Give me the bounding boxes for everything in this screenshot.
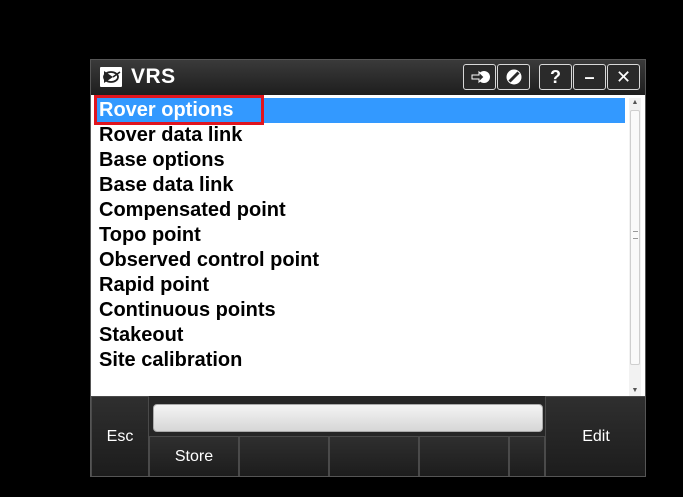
list-item-topo-point[interactable]: Topo point <box>95 223 625 248</box>
edit-button[interactable]: Edit <box>545 396 645 476</box>
scroll-down-arrow-icon[interactable]: ▼ <box>629 386 641 396</box>
list-item-observed-control-point[interactable]: Observed control point <box>95 248 625 273</box>
softkey-blank-2[interactable] <box>329 436 419 476</box>
device-screen: VRS ? – ✕ Rover options Rover data link … <box>8 9 675 489</box>
vrs-window: VRS ? – ✕ Rover options Rover data link … <box>90 59 646 477</box>
list-item-site-calibration[interactable]: Site calibration <box>95 348 625 373</box>
list-item-rover-options[interactable]: Rover options <box>95 98 625 123</box>
status-field <box>153 404 543 432</box>
store-button[interactable]: Store <box>149 436 239 476</box>
softkey-blank-3[interactable] <box>419 436 509 476</box>
store-label: Store <box>174 448 214 465</box>
list-item-continuous-points[interactable]: Continuous points <box>95 298 625 323</box>
scroll-up-arrow-icon[interactable]: ▲ <box>629 98 641 108</box>
login-arrow-icon[interactable] <box>463 64 496 90</box>
vertical-scrollbar[interactable]: ▲ ▼ <box>629 98 641 396</box>
esc-button[interactable]: Esc <box>91 396 149 476</box>
list-item-stakeout[interactable]: Stakeout <box>95 323 625 348</box>
softkey-bar: Esc Store Edit <box>91 396 645 476</box>
no-entry-icon[interactable] <box>497 64 530 90</box>
list-item-base-data-link[interactable]: Base data link <box>95 173 625 198</box>
esc-label: Esc <box>106 428 134 445</box>
list-item-base-options[interactable]: Base options <box>95 148 625 173</box>
window-title: VRS <box>131 65 176 88</box>
minimize-button[interactable]: – <box>573 64 606 90</box>
scroll-thumb[interactable] <box>630 110 640 365</box>
softkey-blank-1[interactable] <box>239 436 329 476</box>
list-item-rover-data-link[interactable]: Rover data link <box>95 123 625 148</box>
help-button[interactable]: ? <box>539 64 572 90</box>
menu-list: Rover options Rover data link Base optio… <box>94 95 625 394</box>
softkey-blank-4[interactable] <box>509 436 545 476</box>
list-item-rapid-point[interactable]: Rapid point <box>95 273 625 298</box>
close-button[interactable]: ✕ <box>607 64 640 90</box>
title-bar: VRS ? – ✕ <box>91 60 645 95</box>
edit-label: Edit <box>582 428 610 445</box>
scroll-grip-icon <box>633 231 638 239</box>
list-item-compensated-point[interactable]: Compensated point <box>95 198 625 223</box>
survey-instrument-icon[interactable] <box>97 64 125 90</box>
